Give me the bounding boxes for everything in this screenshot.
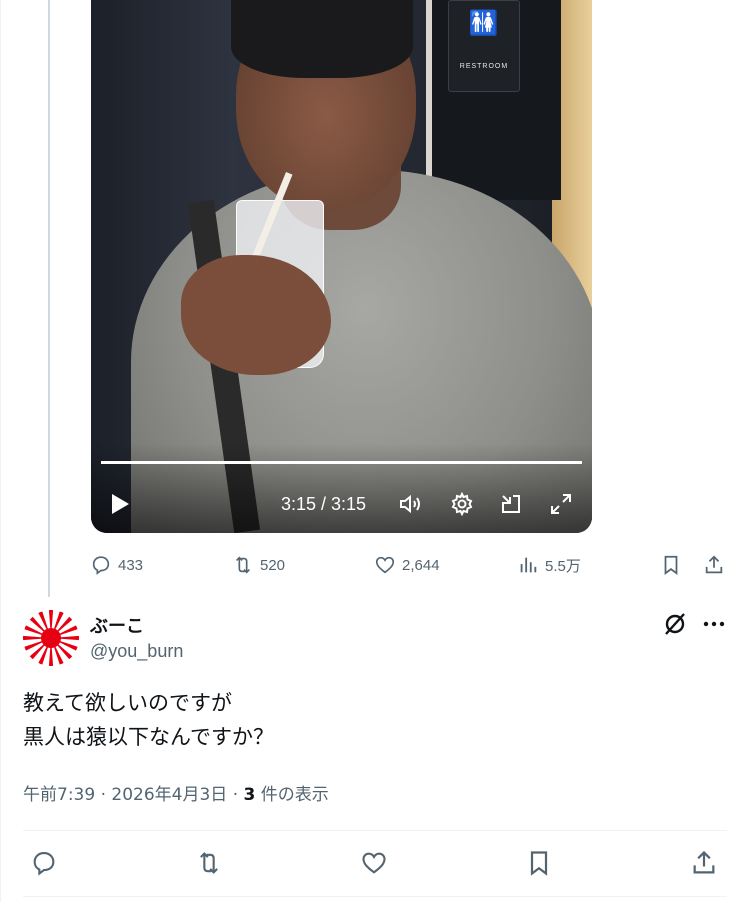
like-button[interactable] <box>357 846 391 880</box>
video-progress-bar[interactable] <box>101 461 582 464</box>
reply-count: 433 <box>118 556 144 574</box>
views-action[interactable]: 5.5万 <box>517 549 581 581</box>
restroom-sign-text: RESTROOM <box>459 63 509 70</box>
tweet-text-line-1: 教えて欲しいのですが <box>23 691 232 715</box>
share-icon <box>705 555 723 574</box>
grok-button[interactable] <box>661 610 689 638</box>
bookmark-icon <box>664 555 678 575</box>
repost-action[interactable]: 520 <box>232 549 285 581</box>
author-handle[interactable]: @you_burn <box>90 641 183 662</box>
settings-icon <box>451 492 473 516</box>
views-count: 5.5万 <box>545 557 581 575</box>
tweet-meta: 午前7:39 · 2026年4月3日 · 3 件の表示 <box>23 780 329 805</box>
bookmark-action[interactable] <box>660 549 682 581</box>
settings-button[interactable] <box>447 489 477 519</box>
share-icon <box>693 850 715 874</box>
grok-icon <box>665 613 685 635</box>
reply-icon <box>33 852 55 876</box>
video-bottom-shade <box>91 443 592 533</box>
play-button[interactable] <box>107 489 133 519</box>
analytics-icon <box>520 557 537 573</box>
video-person-headwrap <box>231 0 413 78</box>
heart-icon <box>362 852 386 874</box>
video-player[interactable]: 🚻 RESTROOM 3:15 / 3:15 <box>91 0 592 533</box>
repost-icon <box>200 852 218 874</box>
divider-top <box>23 830 727 831</box>
volume-icon <box>400 494 420 514</box>
repost-button[interactable] <box>192 846 226 880</box>
tweet-time[interactable]: 午前7:39 <box>23 785 95 805</box>
heart-icon <box>375 556 395 574</box>
reply-button[interactable] <box>27 846 61 880</box>
volume-button[interactable] <box>396 489 426 519</box>
more-dots-icon <box>703 621 725 627</box>
reply-icon <box>92 556 110 575</box>
like-count: 2,644 <box>402 556 440 574</box>
meta-separator: · <box>95 785 112 805</box>
repost-count: 520 <box>260 556 286 574</box>
like-action[interactable]: 2,644 <box>374 549 440 581</box>
bookmark-icon <box>530 851 548 876</box>
rising-sun-avatar-image <box>23 610 79 666</box>
tweet-date[interactable]: 2026年4月3日 <box>111 785 227 805</box>
bookmark-button[interactable] <box>522 846 556 880</box>
reply-action[interactable]: 433 <box>90 549 143 581</box>
play-icon <box>112 494 129 514</box>
repost-icon <box>235 556 251 574</box>
video-time: 3:15 / 3:15 <box>281 493 367 514</box>
avatar[interactable] <box>23 610 79 666</box>
tweet-text-line-2: 黒人は猿以下なんですか？ <box>23 725 274 749</box>
pip-icon <box>502 495 520 513</box>
thread-connector-line <box>48 0 50 597</box>
share-button[interactable] <box>687 846 721 880</box>
pip-button[interactable] <box>496 489 526 519</box>
fullscreen-button[interactable] <box>546 489 576 519</box>
left-border <box>0 0 1 902</box>
fullscreen-icon <box>551 494 571 514</box>
video-progress-fill <box>101 461 582 464</box>
views-label: 件の表示 <box>255 785 329 805</box>
more-options-button[interactable] <box>700 610 728 638</box>
tweet-text: 教えて欲しいのですが 黒人は猿以下なんですか？ <box>23 686 723 754</box>
views-number: 3 <box>243 785 256 805</box>
divider-bottom <box>23 896 727 897</box>
restroom-sign: 🚻 RESTROOM <box>448 0 520 92</box>
share-action[interactable] <box>703 549 725 581</box>
author-name[interactable]: ぶーこ <box>90 612 144 638</box>
meta-separator-2: · <box>227 785 244 805</box>
